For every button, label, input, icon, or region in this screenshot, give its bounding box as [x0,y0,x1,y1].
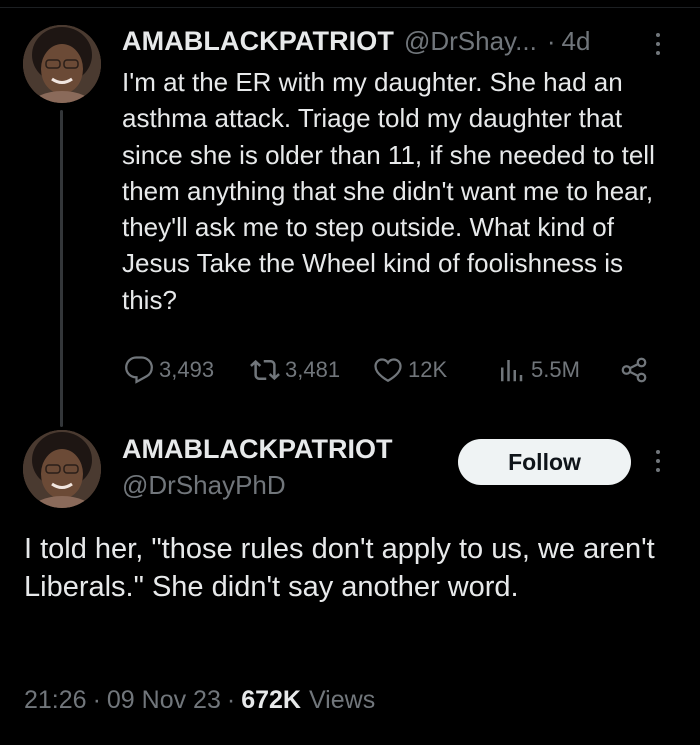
author-name[interactable]: AMABLACKPATRIOT [122,26,394,57]
avatar[interactable] [23,25,101,103]
follow-button[interactable]: Follow [458,439,631,485]
reply-icon [125,356,153,384]
tweet-meta: 21:26 · 09 Nov 23 · 672K Views [24,686,375,715]
more-icon[interactable] [654,33,662,55]
author-handle[interactable]: @DrShay... [404,26,537,57]
author-handle[interactable]: @DrShayPhD [122,470,286,501]
avatar[interactable] [23,430,101,508]
like-count: 12K [408,357,448,382]
tweet-text: I'm at the ER with my daughter. She had … [122,67,655,315]
tweet-text: I told her, "those rules don't apply to … [24,533,655,603]
parent-tweet[interactable]: AMABLACKPATRIOT @DrShay... · 4d I'm at t… [0,0,700,427]
reply-count: 3,493 [159,357,215,382]
views-count[interactable]: 672K [241,686,301,715]
tweet-header: AMABLACKPATRIOT @DrShay... · 4d [122,24,590,58]
separator: · [546,25,556,56]
repost-button[interactable]: 3,481 [250,352,340,388]
repost-count: 3,481 [285,357,341,382]
more-icon[interactable] [654,450,662,472]
reply-button[interactable]: 3,493 [124,352,214,388]
separator: · [92,686,101,714]
tweet-time[interactable]: 21:26 [24,686,87,715]
tweet-actions: 3,493 3,481 12K 5.5M [122,352,662,388]
repost-icon [250,359,280,381]
thread-line [60,110,63,427]
views-label: Views [308,686,376,714]
separator: · [226,686,236,714]
share-icon [621,357,647,383]
like-icon [374,358,402,383]
share-button[interactable] [619,352,649,388]
views-icon [501,360,523,382]
tweet-age[interactable]: 4d [561,26,590,57]
views-button[interactable]: 5.5M [496,352,580,388]
views-count: 5.5M [531,357,580,382]
author-name[interactable]: AMABLACKPATRIOT [122,434,392,465]
like-button[interactable]: 12K [373,352,447,388]
tweet-date[interactable]: 09 Nov 23 [107,686,221,715]
